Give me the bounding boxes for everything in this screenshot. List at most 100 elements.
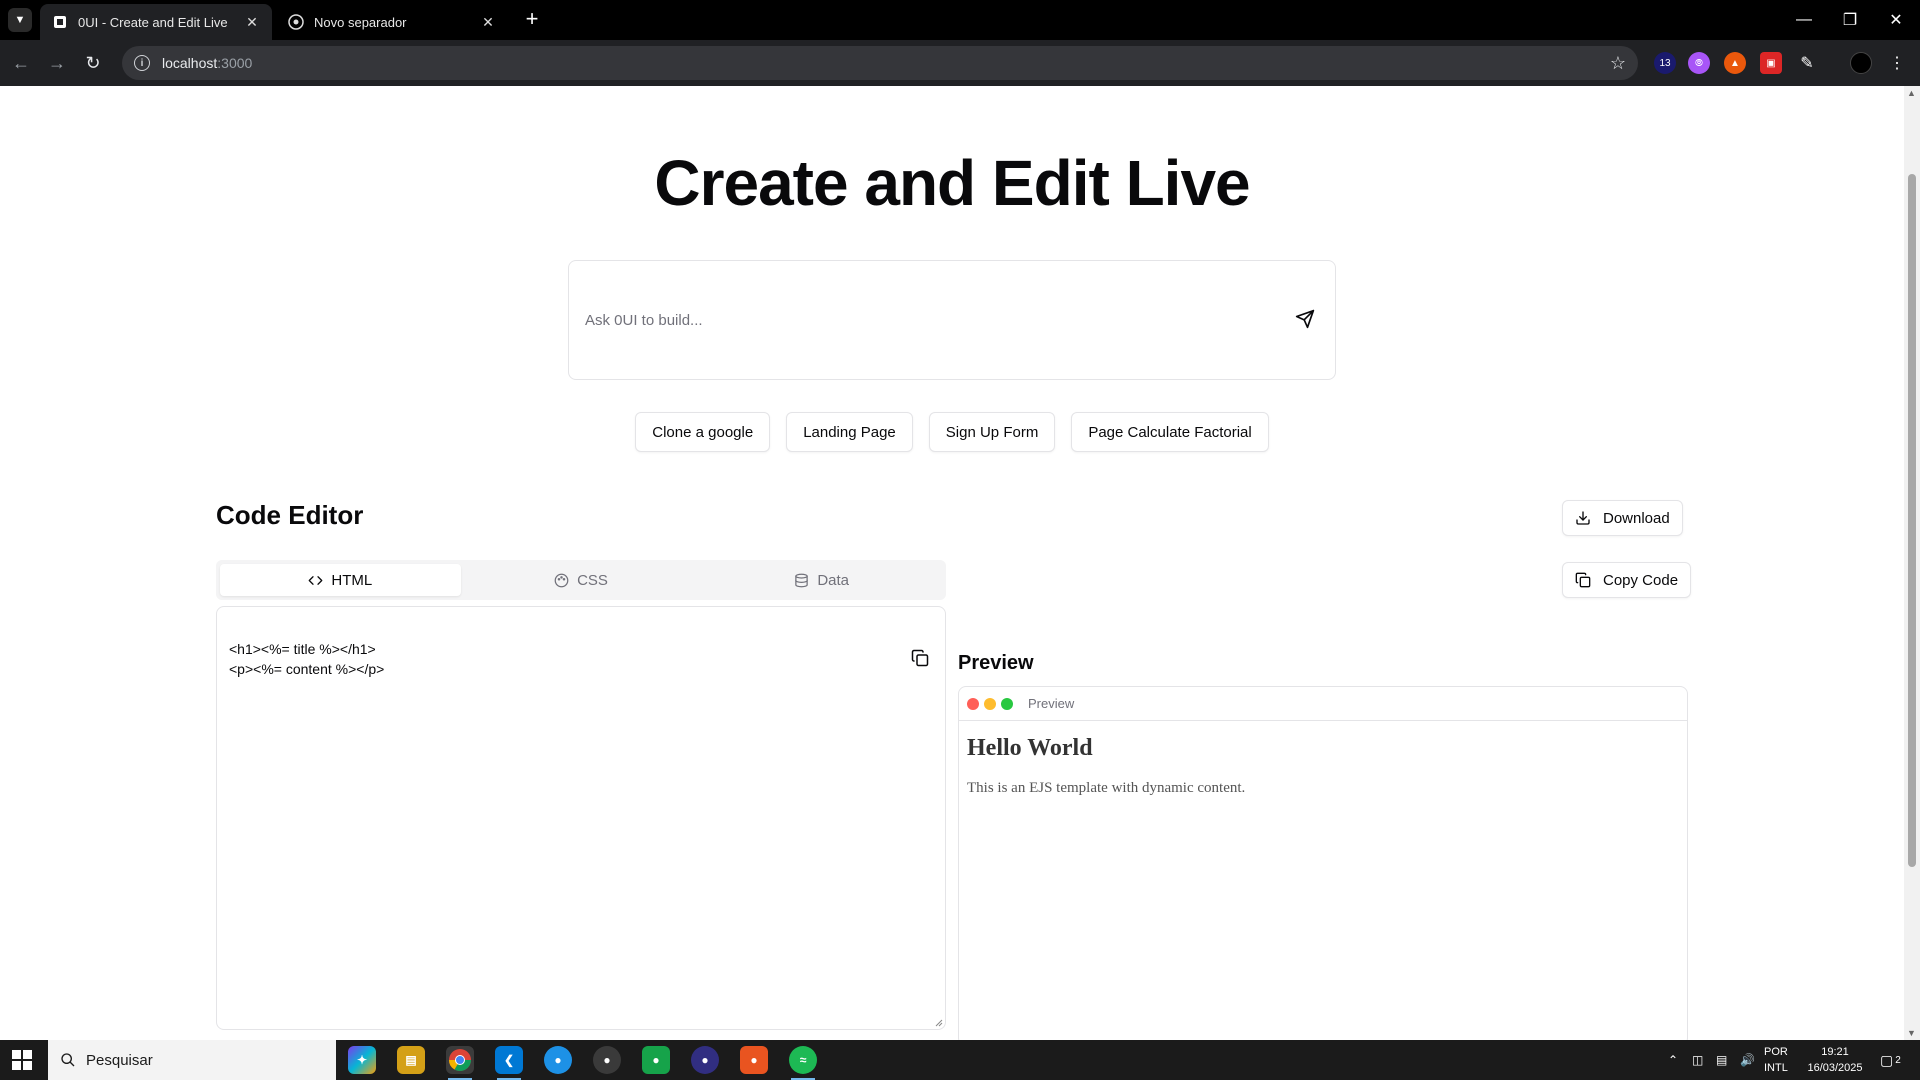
- copy-icon: [1575, 572, 1591, 588]
- code-editor-textarea[interactable]: <h1><%= title %></h1> <p><%= content %></…: [216, 606, 946, 1030]
- extension-compass-icon[interactable]: ⦾: [1688, 52, 1710, 74]
- tab-strip: ▼ 0UI - Create and Edit Live ✕ Novo sepa…: [0, 0, 1920, 40]
- tab-title: 0UI - Create and Edit Live: [78, 14, 228, 30]
- preview-bar-label: Preview: [1028, 696, 1075, 711]
- window-dot-green-icon: [1001, 697, 1013, 710]
- new-tab-plus-icon[interactable]: +: [520, 8, 544, 32]
- tab-search-chevron-icon[interactable]: ▼: [8, 8, 32, 32]
- preview-paragraph: This is an EJS template with dynamic con…: [967, 780, 1246, 796]
- suggestion-page-calculate-factorial[interactable]: Page Calculate Factorial: [1071, 412, 1269, 452]
- file-explorer-icon[interactable]: ▤: [397, 1046, 425, 1074]
- ubuntu-icon[interactable]: ●: [740, 1046, 768, 1074]
- tab-title: Novo separador: [314, 14, 407, 30]
- download-label: Download: [1603, 509, 1670, 527]
- tab-data[interactable]: Data: [701, 564, 942, 596]
- url-host: localhost: [162, 55, 218, 71]
- preview-frame: Preview Hello World This is an EJS templ…: [958, 686, 1688, 1040]
- copy-code-label: Copy Code: [1603, 571, 1679, 589]
- tray-device-icon[interactable]: ◫: [1692, 1040, 1703, 1080]
- send-icon[interactable]: [1295, 309, 1315, 329]
- download-icon: [1576, 511, 1590, 525]
- url-port: :3000: [217, 55, 253, 71]
- mongodb-compass-icon[interactable]: ●: [642, 1046, 670, 1074]
- preview-title: Preview: [958, 652, 1034, 674]
- copy-icon[interactable]: [911, 649, 929, 667]
- taskbar: Pesquisar ✦ ▤ ❮ ● ● ● ● ● ≈ ⌃ ◫ ▤ 🔊 POR I…: [0, 1040, 1920, 1080]
- window-dot-red-icon: [967, 697, 979, 710]
- notifications-icon[interactable]: ▢ 2: [1880, 1040, 1901, 1080]
- spotify-icon[interactable]: ≈: [789, 1046, 817, 1080]
- browser-tab-active[interactable]: 0UI - Create and Edit Live ✕: [40, 4, 272, 40]
- taskbar-search-placeholder: Pesquisar: [86, 1051, 153, 1069]
- chrome-taskbar-icon[interactable]: [446, 1046, 474, 1080]
- scroll-up-arrow-icon[interactable]: ▲: [1907, 88, 1916, 98]
- tab-css-label: CSS: [577, 571, 608, 589]
- eclipse-icon[interactable]: ●: [691, 1046, 719, 1074]
- tab-css[interactable]: CSS: [461, 564, 702, 596]
- browser-tab-inactive[interactable]: Novo separador ✕: [276, 4, 508, 40]
- suggestion-chips: Clone a google Landing Page Sign Up Form…: [0, 412, 1904, 452]
- extension-red-icon[interactable]: ▣: [1760, 52, 1782, 74]
- prompt-box: [568, 260, 1336, 380]
- site-info-icon[interactable]: i: [134, 55, 150, 71]
- network-icon[interactable]: ▤: [1716, 1040, 1727, 1080]
- windows-start-icon[interactable]: [12, 1050, 32, 1070]
- minimize-icon[interactable]: —: [1790, 6, 1818, 34]
- profile-avatar[interactable]: [1850, 52, 1872, 74]
- tab-data-label: Data: [817, 571, 850, 589]
- copilot-icon[interactable]: ✦: [348, 1046, 376, 1074]
- tab-close-icon[interactable]: ✕: [480, 14, 496, 30]
- system-clock[interactable]: 19:21 16/03/2025: [1800, 1044, 1870, 1076]
- clock-date: 16/03/2025: [1807, 1062, 1863, 1074]
- tab-html-label: HTML: [331, 571, 373, 589]
- chrome-favicon-icon: [288, 14, 304, 30]
- site-favicon-icon: [52, 14, 68, 30]
- window-dot-yellow-icon: [984, 697, 996, 710]
- tab-html[interactable]: HTML: [220, 564, 461, 596]
- copy-code-button[interactable]: Copy Code: [1562, 562, 1692, 598]
- page-scrollbar[interactable]: ▲ ▼: [1904, 86, 1920, 1040]
- address-bar[interactable]: i localhost:3000 ☆: [122, 46, 1638, 80]
- page-title: Create and Edit Live: [654, 147, 1250, 219]
- clock-time: 19:21: [1821, 1046, 1849, 1058]
- scrollbar-thumb[interactable]: [1908, 174, 1916, 867]
- prompt-input[interactable]: [585, 305, 1265, 335]
- tab-close-icon[interactable]: ✕: [244, 14, 260, 30]
- palette-icon: [554, 573, 569, 587]
- page-viewport: Create and Edit Live Clone a google Land…: [0, 86, 1904, 1040]
- window-close-icon[interactable]: ✕: [1882, 6, 1910, 34]
- back-arrow-icon[interactable]: ←: [8, 50, 34, 76]
- notification-count: 2: [1895, 1054, 1901, 1066]
- lang-code: POR: [1764, 1046, 1788, 1058]
- extension-badge-icon[interactable]: 13: [1654, 52, 1676, 74]
- code-content[interactable]: <h1><%= title %></h1> <p><%= content %></…: [229, 639, 384, 679]
- vscode-icon[interactable]: ❮: [495, 1046, 523, 1080]
- code-line: <p><%= content %></p>: [229, 661, 385, 677]
- preview-heading: Hello World: [967, 735, 1093, 761]
- volume-icon[interactable]: 🔊: [1740, 1040, 1755, 1080]
- code-line: <h1><%= title %></h1>: [229, 641, 376, 657]
- forward-arrow-icon[interactable]: →: [44, 50, 70, 76]
- search-icon: [61, 1053, 75, 1067]
- code-icon: [309, 575, 323, 585]
- github-desktop-icon[interactable]: ●: [593, 1046, 621, 1074]
- download-button[interactable]: Download: [1562, 500, 1683, 536]
- resize-grip-icon[interactable]: [933, 1017, 943, 1027]
- keyboard-language[interactable]: POR INTL: [1764, 1044, 1798, 1076]
- database-icon: [795, 573, 809, 587]
- bookmark-star-icon[interactable]: ☆: [1610, 53, 1626, 74]
- restore-icon[interactable]: ❐: [1836, 6, 1864, 34]
- extension-fox-icon[interactable]: ▲: [1724, 52, 1746, 74]
- reload-icon[interactable]: ↻: [80, 50, 106, 76]
- browser-menu-kebab-icon[interactable]: ⋮: [1886, 52, 1908, 74]
- suggestion-sign-up-form[interactable]: Sign Up Form: [928, 412, 1056, 452]
- show-hidden-icons-chevron-icon[interactable]: ⌃: [1668, 1040, 1678, 1080]
- suggestion-clone-google[interactable]: Clone a google: [635, 412, 771, 452]
- code-editor-title: Code Editor: [216, 500, 364, 530]
- extensions-puzzle-icon[interactable]: ✎: [1796, 52, 1818, 74]
- scroll-down-arrow-icon[interactable]: ▼: [1907, 1028, 1916, 1038]
- taskbar-search[interactable]: Pesquisar: [48, 1040, 336, 1080]
- lang-layout: INTL: [1764, 1062, 1788, 1074]
- suggestion-landing-page[interactable]: Landing Page: [786, 412, 913, 452]
- docker-icon[interactable]: ●: [544, 1046, 572, 1074]
